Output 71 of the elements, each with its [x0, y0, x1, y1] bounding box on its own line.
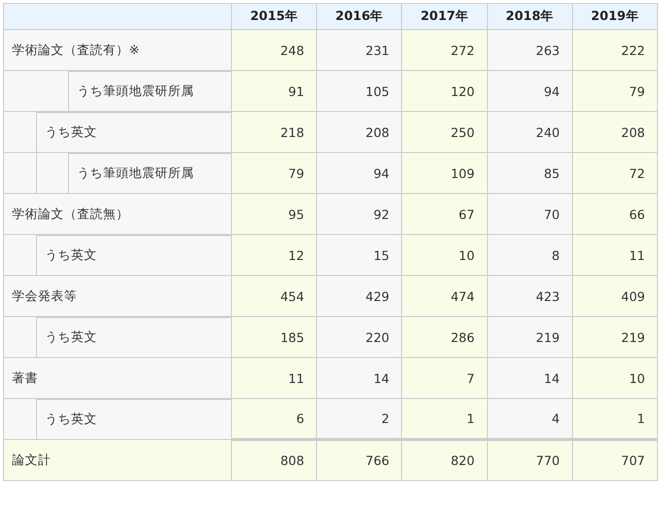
row-label: 論文計 [11, 450, 52, 468]
row-label: 学術論文（査読無） [11, 204, 130, 222]
table-cell: 219 [572, 316, 658, 358]
column-header: 2015年 [232, 4, 317, 30]
table-cell: 248 [232, 30, 317, 70]
table-cell: 95 [232, 194, 317, 234]
table-cell: 222 [572, 30, 658, 70]
table-cell: 4 [487, 398, 572, 440]
row-label: うち英文 [36, 399, 231, 439]
row-label: 著書 [11, 368, 39, 386]
table-cell: 12 [232, 234, 317, 276]
row-label: うち筆頭地震研所属 [68, 71, 231, 111]
table-cell: 429 [316, 276, 402, 316]
table-cell: 454 [232, 276, 317, 316]
table-cell: 2 [316, 398, 402, 440]
table-cell: 67 [402, 194, 488, 234]
table-cell: 218 [232, 112, 317, 152]
column-header: 2016年 [316, 4, 402, 30]
table-cell: 91 [232, 70, 317, 112]
table-cell: 79 [572, 70, 658, 112]
table-cell: 766 [316, 440, 402, 480]
table-cell: 7 [402, 358, 488, 398]
table-cell: 92 [316, 194, 402, 234]
table-cell: 272 [402, 30, 488, 70]
table-cell: 250 [402, 112, 488, 152]
row-label: うち英文 [36, 235, 231, 275]
table-cell: 66 [572, 194, 658, 234]
table-cell: 219 [487, 316, 572, 358]
table-cell: 1 [402, 398, 488, 440]
table-cell: 14 [487, 358, 572, 398]
table-cell: 10 [402, 234, 488, 276]
table-cell: 770 [487, 440, 572, 480]
table-cell: 94 [487, 70, 572, 112]
table-cell: 11 [572, 234, 658, 276]
row-label: うち英文 [36, 317, 231, 357]
table-cell: 231 [316, 30, 402, 70]
table-cell: 1 [572, 398, 658, 440]
table-cell: 8 [487, 234, 572, 276]
table-cell: 208 [316, 112, 402, 152]
table-cell: 94 [316, 152, 402, 194]
table-cell: 808 [232, 440, 317, 480]
table-cell: 10 [572, 358, 658, 398]
table-cell: 820 [402, 440, 488, 480]
table-cell: 474 [402, 276, 488, 316]
table-cell: 109 [402, 152, 488, 194]
table-cell: 423 [487, 276, 572, 316]
table-cell: 11 [232, 358, 317, 398]
table-cell: 286 [402, 316, 488, 358]
row-label: 学術論文（査読有）※ [11, 40, 140, 58]
table-cell: 85 [487, 152, 572, 194]
table-cell: 220 [316, 316, 402, 358]
table-cell: 120 [402, 70, 488, 112]
table-cell: 105 [316, 70, 402, 112]
table-cell: 14 [316, 358, 402, 398]
table-cell: 70 [487, 194, 572, 234]
row-label: うち筆頭地震研所属 [68, 153, 231, 193]
table-cell: 263 [487, 30, 572, 70]
table-cell: 185 [232, 316, 317, 358]
column-header: 2019年 [572, 4, 658, 30]
column-header: 2017年 [402, 4, 488, 30]
row-label: 学会発表等 [11, 286, 78, 304]
table-cell: 79 [232, 152, 317, 194]
table-cell: 72 [572, 152, 658, 194]
table-cell: 707 [572, 440, 658, 480]
table-cell: 409 [572, 276, 658, 316]
row-label: うち英文 [36, 112, 231, 152]
table-cell: 15 [316, 234, 402, 276]
table-cell: 208 [572, 112, 658, 152]
table-cell: 240 [487, 112, 572, 152]
table-cell: 6 [232, 398, 317, 440]
column-header: 2018年 [487, 4, 572, 30]
